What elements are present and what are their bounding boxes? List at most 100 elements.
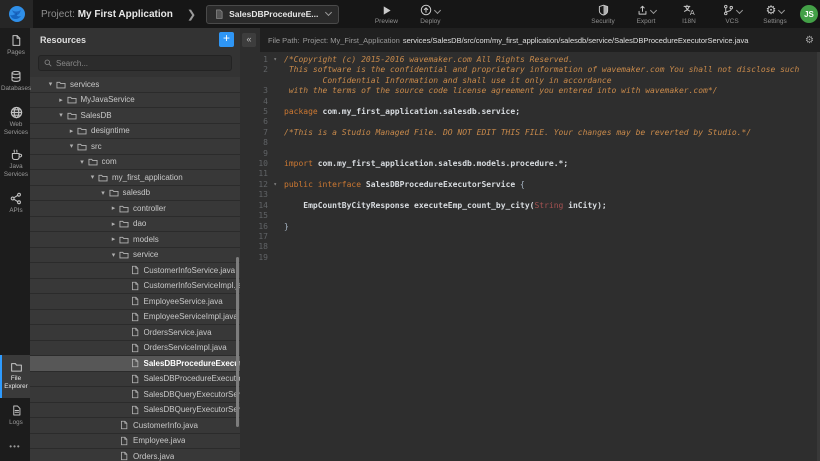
folder-icon: [118, 235, 130, 244]
code-line-11[interactable]: 11: [240, 169, 820, 179]
sidebar-item-java-services[interactable]: Java Services: [0, 143, 30, 186]
tree-folder-services[interactable]: ▾services: [30, 77, 240, 93]
code-line-2[interactable]: 2 This software is the confidential and …: [240, 65, 820, 86]
open-file-dropdown[interactable]: SalesDBProcedureE...: [206, 5, 339, 24]
tree-scrollbar[interactable]: [236, 257, 239, 427]
file-icon: [129, 281, 141, 291]
code-content: /*Copyright (c) 2015-2016 wavemaker.com …: [270, 55, 820, 65]
tree-file-Employee.java[interactable]: Employee.java: [30, 434, 240, 450]
tree-folder-service[interactable]: ▾service: [30, 248, 240, 264]
preview-button[interactable]: Preview: [371, 3, 401, 25]
tree-expand-arrow: ▾: [109, 251, 118, 259]
settings-button[interactable]: ⚙Settings: [760, 3, 790, 25]
code-line-10[interactable]: 10import com.my_first_application.salesd…: [240, 159, 820, 169]
chevron-down-icon: [325, 9, 332, 16]
code-line-4[interactable]: 4: [240, 97, 820, 107]
code-line-18[interactable]: 18: [240, 242, 820, 252]
tree-file-Orders.java[interactable]: Orders.java: [30, 449, 240, 461]
code-content: package com.my_first_application.salesdb…: [270, 107, 820, 117]
sidebar-item-file-explorer[interactable]: File Explorer: [0, 355, 30, 398]
tree-folder-designtime[interactable]: ▸designtime: [30, 124, 240, 140]
security-button[interactable]: Security: [588, 3, 618, 25]
file-icon: [118, 436, 130, 446]
code-content: [270, 211, 820, 221]
add-resource-button[interactable]: +: [219, 32, 234, 47]
tree-file-EmployeeService.java[interactable]: EmployeeService.java: [30, 294, 240, 310]
tree-folder-dao[interactable]: ▸dao: [30, 217, 240, 233]
tree-file-CustomerInfo.java[interactable]: CustomerInfo.java: [30, 418, 240, 434]
code-line-8[interactable]: 8: [240, 138, 820, 148]
editor-settings-gear-icon[interactable]: ⚙: [805, 35, 814, 46]
line-number: 11: [240, 169, 270, 179]
file-icon: [129, 343, 141, 353]
tree-expand-arrow: ▾: [67, 142, 76, 150]
tree-folder-SalesDB[interactable]: ▾SalesDB: [30, 108, 240, 124]
tree-folder-controller[interactable]: ▸controller: [30, 201, 240, 217]
code-line-14[interactable]: 14 EmpCountByCityResponse executeEmp_cou…: [240, 201, 820, 211]
code-line-5[interactable]: 5package com.my_first_application.salesd…: [240, 107, 820, 117]
code-line-3[interactable]: 3 with the terms of the source code lice…: [240, 86, 820, 96]
tree-file-OrdersService.java[interactable]: OrdersService.java: [30, 325, 240, 341]
code-line-7[interactable]: 7/*This is a Studio Managed File. DO NOT…: [240, 128, 820, 138]
search-row: [30, 51, 240, 77]
code-line-6[interactable]: 6: [240, 117, 820, 127]
tree-expand-arrow: ▾: [99, 189, 108, 197]
tree-file-EmployeeServiceImpl.java[interactable]: EmployeeServiceImpl.java: [30, 310, 240, 326]
line-number: 12▾: [240, 180, 270, 190]
line-number: 14: [240, 201, 270, 211]
code-line-19[interactable]: 19: [240, 253, 820, 263]
code-line-1[interactable]: 1▾/*Copyright (c) 2015-2016 wavemaker.co…: [240, 55, 820, 65]
sidebar-item-logs[interactable]: Logs: [0, 398, 30, 434]
i18n-button[interactable]: AI18N: [674, 3, 704, 25]
export-label: Export: [637, 18, 656, 25]
search-input[interactable]: [56, 59, 226, 68]
tree-file-SalesDBProcedureExecutorServiceImpl.java[interactable]: SalesDBProcedureExecutorServiceImpl.java: [30, 372, 240, 388]
sidebar-item-databases[interactable]: Databases: [0, 64, 30, 100]
tree-file-CustomerInfoService.java[interactable]: CustomerInfoService.java: [30, 263, 240, 279]
sidebar-item-label: File Explorer: [1, 375, 31, 391]
tree-item-label: services: [70, 80, 99, 89]
collapse-panel-button[interactable]: «: [242, 33, 256, 47]
tree-folder-salesdb[interactable]: ▾salesdb: [30, 186, 240, 202]
tree-folder-src[interactable]: ▾src: [30, 139, 240, 155]
user-avatar[interactable]: JS: [800, 5, 818, 23]
code-content: [270, 97, 820, 107]
export-button[interactable]: Export: [631, 3, 661, 25]
wavemaker-logo[interactable]: [0, 0, 33, 28]
tree-file-SalesDBProcedureExecutorService.java[interactable]: SalesDBProcedureExecutorService.java: [30, 356, 240, 372]
tree-folder-models[interactable]: ▸models: [30, 232, 240, 248]
tree-file-SalesDBQueryExecutorServiceImpl.java[interactable]: SalesDBQueryExecutorServiceImpl.java: [30, 403, 240, 419]
line-number: 18: [240, 242, 270, 252]
code-line-9[interactable]: 9: [240, 149, 820, 159]
search-box[interactable]: [38, 55, 232, 71]
code-line-13[interactable]: 13: [240, 190, 820, 200]
more-options-button[interactable]: •••: [0, 434, 30, 461]
code-editor[interactable]: 1▾/*Copyright (c) 2015-2016 wavemaker.co…: [240, 52, 820, 461]
left-nav-rail: PagesDatabasesWeb ServicesJava ServicesA…: [0, 28, 30, 461]
tree-file-CustomerInfoServiceImpl.java[interactable]: CustomerInfoServiceImpl.java: [30, 279, 240, 295]
vcs-button[interactable]: VCS: [717, 3, 747, 25]
sidebar-item-web-services[interactable]: Web Services: [0, 100, 30, 144]
line-number: 2: [240, 65, 270, 86]
tree-item-label: OrdersService.java: [144, 328, 212, 337]
tree-expand-arrow: ▸: [109, 220, 118, 228]
code-line-17[interactable]: 17: [240, 232, 820, 242]
code-line-15[interactable]: 15: [240, 211, 820, 221]
fold-arrow-icon[interactable]: ▾: [273, 55, 277, 65]
tree-file-SalesDBQueryExecutorService.java[interactable]: SalesDBQueryExecutorService.java: [30, 387, 240, 403]
file-text-icon: [11, 404, 22, 417]
deploy-button[interactable]: Deploy: [415, 3, 445, 25]
sidebar-item-pages[interactable]: Pages: [0, 28, 30, 64]
deploy-label: Deploy: [420, 18, 440, 25]
branch-icon: [723, 3, 742, 16]
sidebar-item-apis[interactable]: APIs: [0, 186, 30, 222]
tree-folder-my_first_application[interactable]: ▾my_first_application: [30, 170, 240, 186]
code-line-12[interactable]: 12▾public interface SalesDBProcedureExec…: [240, 180, 820, 190]
code-line-16[interactable]: 16}: [240, 222, 820, 232]
code-content: with the terms of the source code licens…: [270, 86, 820, 96]
tree-file-OrdersServiceImpl.java[interactable]: OrdersServiceImpl.java: [30, 341, 240, 357]
tree-folder-MyJavaService[interactable]: ▸MyJavaService: [30, 93, 240, 109]
fold-arrow-icon[interactable]: ▾: [273, 180, 277, 190]
tree-folder-com[interactable]: ▾com: [30, 155, 240, 171]
line-number: 17: [240, 232, 270, 242]
